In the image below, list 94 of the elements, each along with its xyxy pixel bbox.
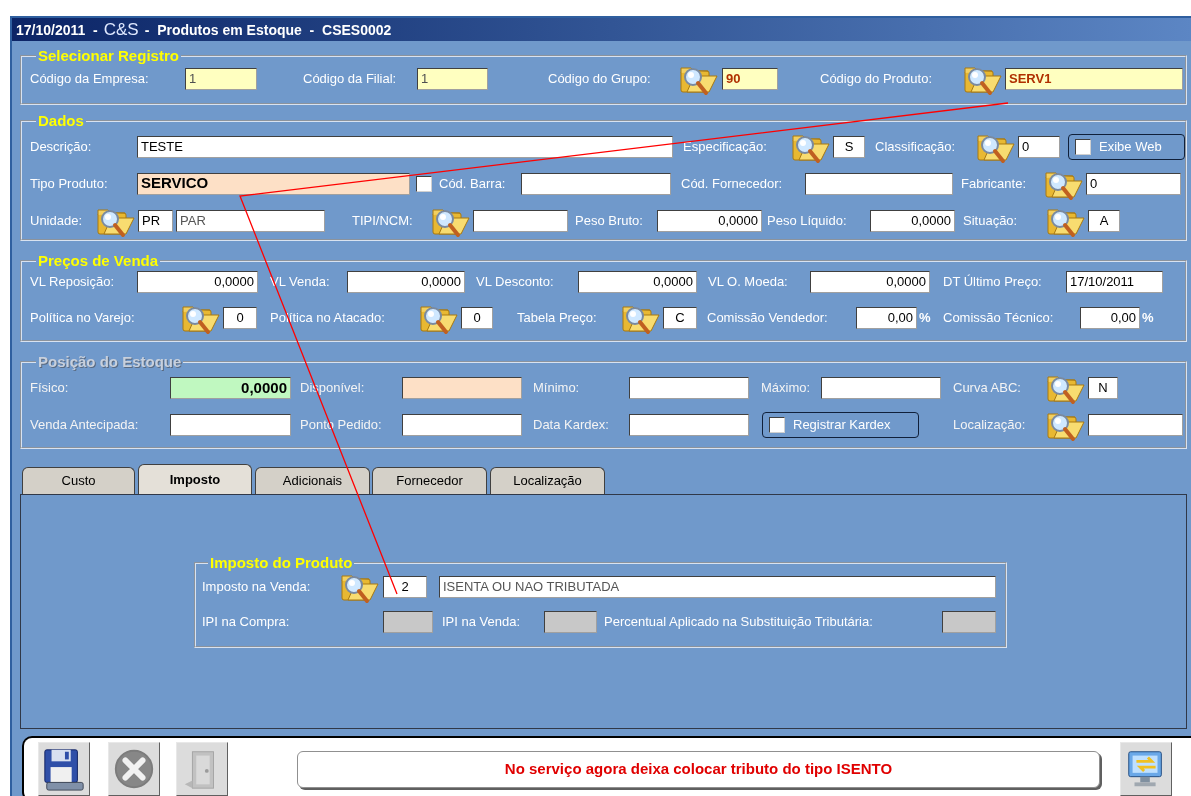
input-field[interactable]: ISENTA OU NAO TRIBUTADA xyxy=(439,576,996,598)
field-label: TIPI/NCM: xyxy=(352,211,414,230)
input-field[interactable]: PR xyxy=(138,209,173,232)
field-label: Comissão Técnico: xyxy=(943,309,1055,328)
checkbox-label: Registrar Kardex xyxy=(793,416,891,435)
field-label: Cód. Barra: xyxy=(439,174,507,193)
field-label: Físico: xyxy=(30,379,70,398)
input-field[interactable]: TESTE xyxy=(137,135,673,158)
input-field[interactable]: SERV1 xyxy=(1005,68,1183,90)
field-label: Código da Filial: xyxy=(303,70,398,89)
tab[interactable]: Imposto xyxy=(138,464,252,494)
input-field[interactable]: 0 xyxy=(1018,135,1060,158)
input-field[interactable] xyxy=(629,377,749,399)
field-label: Situação: xyxy=(963,211,1019,230)
input-field[interactable]: 0,0000 xyxy=(578,271,697,293)
field-label: Percentual Aplicado na Substituição Tributária: xyxy=(604,613,874,632)
field-label: Fabricante: xyxy=(961,174,1028,193)
field-label: Localização: xyxy=(953,416,1027,435)
group-title: Dados xyxy=(37,113,85,128)
input-field[interactable] xyxy=(942,611,996,633)
checkbox[interactable] xyxy=(416,175,432,192)
input-field[interactable]: 0 xyxy=(1086,172,1181,195)
field-label: Código do Grupo: xyxy=(548,70,652,89)
field-label: VL O. Moeda: xyxy=(708,273,789,292)
input-field[interactable] xyxy=(821,377,941,399)
field-label: Peso Bruto: xyxy=(575,211,644,230)
field-label: Classificação: xyxy=(875,137,957,156)
field-label: Descrição: xyxy=(30,137,93,156)
input-field[interactable]: 2 xyxy=(383,576,427,598)
field-label: Cód. Fornecedor: xyxy=(681,174,784,193)
field-label: % xyxy=(1142,309,1155,328)
input-field[interactable] xyxy=(544,611,597,633)
input-field[interactable] xyxy=(629,414,749,436)
input-field[interactable]: C xyxy=(663,307,697,329)
field-label: Tipo Produto: xyxy=(30,174,109,193)
checkbox[interactable] xyxy=(1075,138,1091,155)
field-label: Máximo: xyxy=(761,379,812,398)
field-label: Venda Antecipada: xyxy=(30,416,140,435)
input-field[interactable]: 0,00 xyxy=(1080,307,1140,329)
input-field[interactable]: 0,0000 xyxy=(870,209,955,232)
field-label: VL Reposição: xyxy=(30,273,116,292)
tab[interactable]: Localização xyxy=(490,467,605,494)
input-field[interactable]: S xyxy=(833,135,865,158)
field-label: Mínimo: xyxy=(533,379,581,398)
input-field[interactable]: 0,0000 xyxy=(347,271,465,293)
input-field[interactable] xyxy=(521,172,671,195)
input-field[interactable]: 0 xyxy=(461,307,493,329)
field-label: Imposto na Venda: xyxy=(202,578,312,597)
input-field[interactable] xyxy=(402,414,522,436)
tab[interactable]: Fornecedor xyxy=(372,467,487,494)
field-label: Política no Varejo: xyxy=(30,309,136,328)
tab[interactable]: Custo xyxy=(22,467,135,494)
field-label: IPI na Compra: xyxy=(202,613,291,632)
input-field[interactable]: SERVICO xyxy=(137,172,410,195)
input-field[interactable]: A xyxy=(1088,209,1120,232)
input-field[interactable]: 0 xyxy=(223,307,257,329)
input-field[interactable]: 90 xyxy=(722,68,778,90)
input-field[interactable]: 0,0000 xyxy=(137,271,258,293)
field-label: % xyxy=(919,309,932,328)
field-label: Especificação: xyxy=(683,137,768,156)
field-label: IPI na Venda: xyxy=(442,613,522,632)
group-title: Selecionar Registro xyxy=(37,48,180,63)
field-label: Data Kardex: xyxy=(533,416,610,435)
save-button[interactable] xyxy=(38,742,90,796)
field-label: DT Último Preço: xyxy=(943,273,1043,292)
input-field[interactable]: 0,0000 xyxy=(810,271,930,293)
field-label: Unidade: xyxy=(30,211,84,230)
tab[interactable]: Adicionais xyxy=(255,467,370,494)
input-field[interactable]: 1 xyxy=(417,68,488,90)
input-field[interactable] xyxy=(1088,414,1183,436)
input-field[interactable] xyxy=(473,209,568,232)
field-label: Comissão Vendedor: xyxy=(707,309,829,328)
checkbox-label: Exibe Web xyxy=(1099,137,1162,156)
input-field[interactable]: 1 xyxy=(185,68,257,90)
field-label: Código do Produto: xyxy=(820,70,934,89)
field-label: Código da Empresa: xyxy=(30,70,150,89)
field-label: Curva ABC: xyxy=(953,379,1022,398)
input-field[interactable] xyxy=(170,414,291,436)
input-field[interactable] xyxy=(805,172,953,195)
status-message: No serviço agora deixa colocar tributo do tipo ISENTO xyxy=(297,750,1100,788)
group-title: Posição do Estoque xyxy=(37,354,183,369)
window-title: 17/10/2011 - C&S - Produtos em Estoque - CSES0002 xyxy=(16,18,392,41)
input-field[interactable]: 0,00 xyxy=(856,307,917,329)
input-field[interactable] xyxy=(383,611,433,633)
input-field[interactable]: PAR xyxy=(176,209,325,232)
field-label: VL Desconto: xyxy=(476,273,555,292)
input-field[interactable] xyxy=(402,377,522,399)
group-title: Imposto do Produto xyxy=(209,555,354,570)
group-title: Preços de Venda xyxy=(37,253,160,268)
input-field[interactable]: 0,0000 xyxy=(657,209,762,232)
field-label: Tabela Preço: xyxy=(517,309,598,328)
exit-button[interactable] xyxy=(1120,742,1172,796)
input-field[interactable]: 17/10/2011 xyxy=(1066,271,1163,293)
field-label: Peso Líquido: xyxy=(767,211,848,230)
